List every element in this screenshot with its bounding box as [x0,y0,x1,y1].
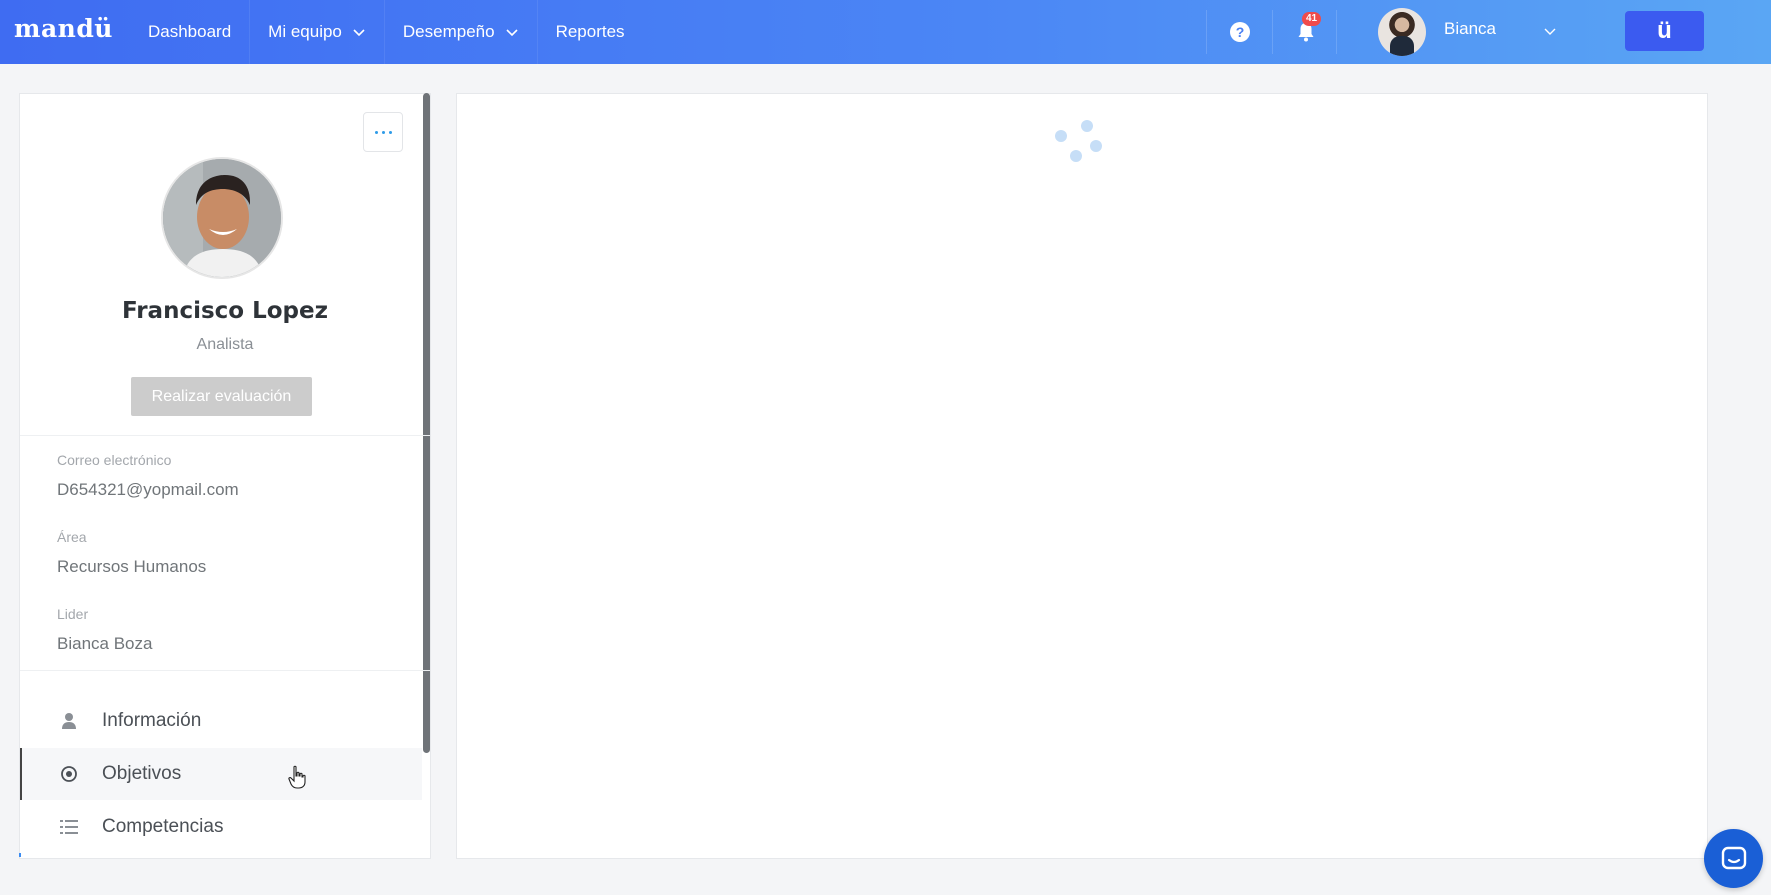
divider [1272,10,1273,54]
scrollbar[interactable] [423,93,430,753]
top-navbar: mandü Dashboard Mi equipo Desempeño Repo… [0,0,1771,64]
user-name[interactable]: Bianca [1444,19,1496,39]
menu-item-objetivos[interactable]: Objetivos [20,748,422,800]
chevron-down-icon [352,25,366,39]
target-icon [58,763,80,785]
brand-button[interactable]: ü [1625,11,1704,51]
divider [1206,10,1207,54]
chat-icon [1721,846,1746,869]
divider [20,435,430,436]
nav-reportes-label: Reportes [555,22,625,41]
loading-spinner-icon [1055,120,1105,170]
nav-dashboard-label: Dashboard [148,22,232,41]
dot-icon [381,130,385,134]
area-label: Área [57,529,87,545]
profile-role: Analista [196,336,254,353]
content-panel [456,93,1708,859]
email-label: Correo electrónico [57,452,172,468]
notification-count-badge: 41 [1302,12,1322,26]
nav-mi-equipo-label: Mi equipo [268,22,342,41]
main-nav: Dashboard Mi equipo Desempeño Reportes [130,0,643,64]
user-avatar[interactable] [1378,8,1426,56]
nav-dashboard[interactable]: Dashboard [130,0,251,64]
hand-cursor-icon [288,765,306,794]
mandu-logo[interactable]: mandü [14,14,113,43]
help-icon[interactable]: ? [1230,22,1250,42]
divider [1336,10,1337,54]
list-icon [58,816,80,838]
nav-desempeno-label: Desempeño [402,22,495,41]
nav-mi-equipo[interactable]: Mi equipo [250,0,385,64]
menu-item-competencias[interactable]: Competencias [20,801,422,853]
dot-icon [374,130,378,134]
menu-item-informacion[interactable]: Información [20,695,422,747]
email-value: D654321@yopmail.com [57,480,239,499]
user-icon [58,710,80,732]
chevron-down-icon [505,25,519,39]
menu-item-label: Información [102,710,202,731]
dot-icon [388,130,392,134]
area-value: Recursos Humanos [57,557,207,576]
more-options-button[interactable] [363,112,403,152]
nav-desempeno[interactable]: Desempeño [385,0,538,64]
profile-name: Francisco Lopez [121,298,329,324]
profile-avatar [161,157,283,279]
leader-value: Bianca Boza [57,634,153,653]
scroll-indicator [19,853,21,857]
menu-item-label: Objetivos [102,763,182,784]
leader-label: Lider [57,606,89,622]
divider [20,670,430,671]
nav-reportes[interactable]: Reportes [538,0,643,64]
chat-launcher-button[interactable] [1704,829,1763,888]
chevron-down-icon[interactable] [1543,24,1557,43]
menu-item-label: Competencias [102,816,224,837]
realizar-evaluacion-button[interactable]: Realizar evaluación [131,377,312,416]
